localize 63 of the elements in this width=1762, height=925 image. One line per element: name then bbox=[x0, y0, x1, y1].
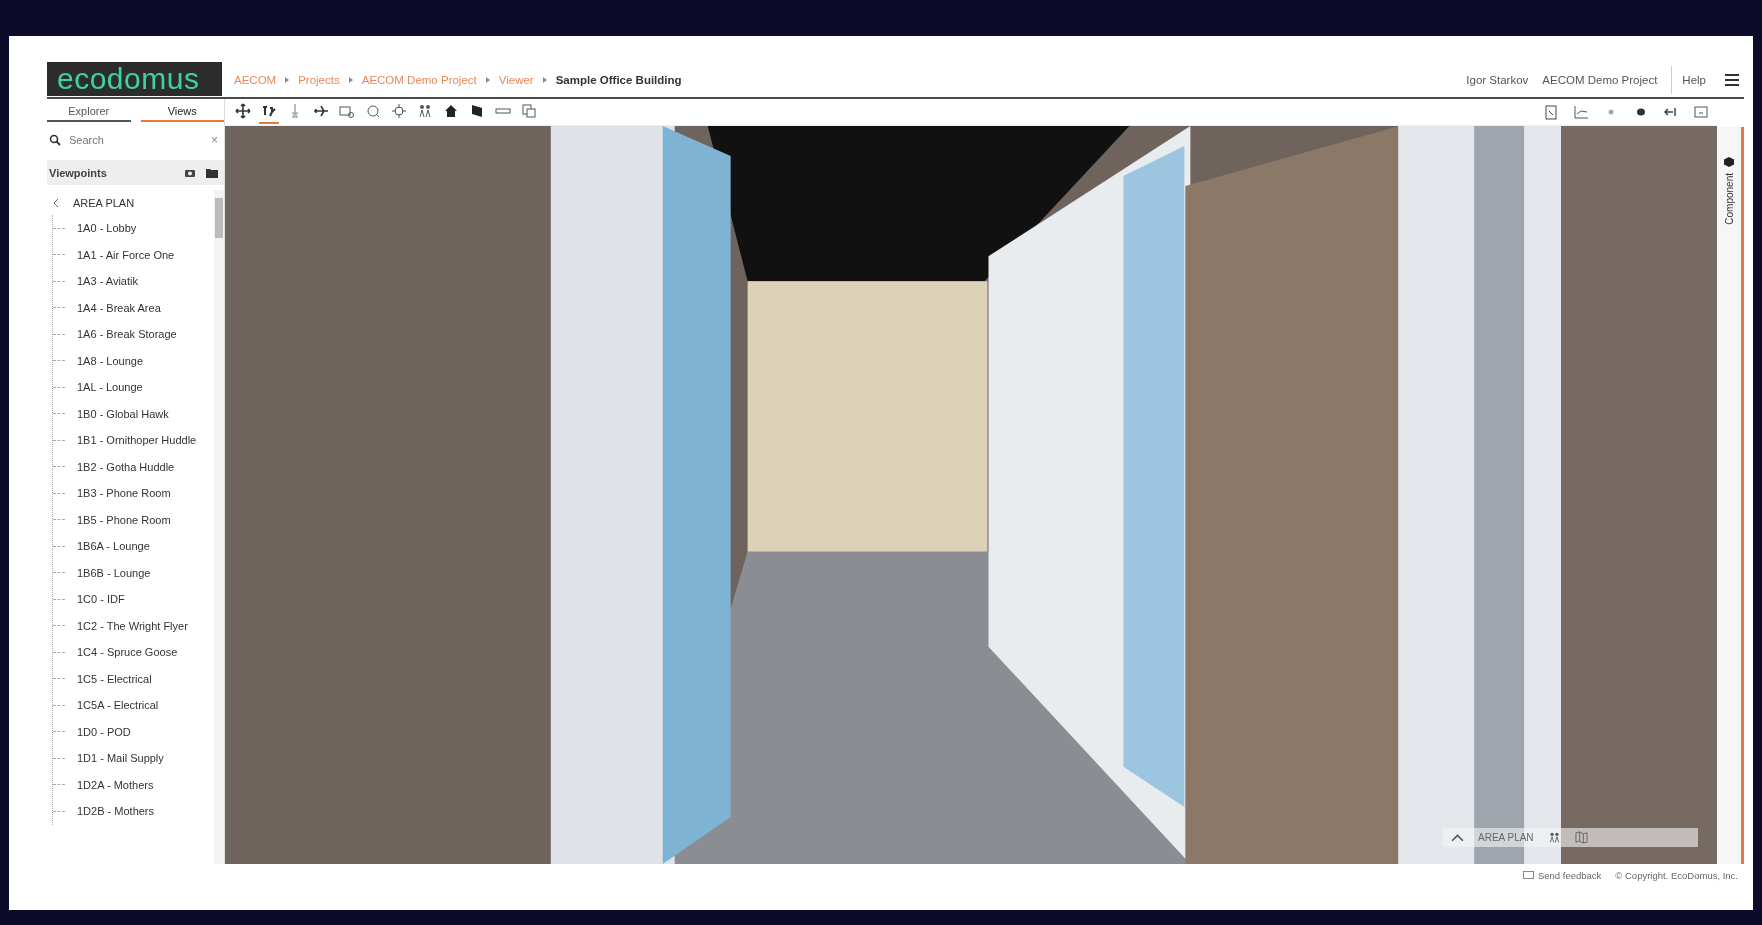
menu-link[interactable]: AECOM Demo Project bbox=[1542, 73, 1658, 86]
logo[interactable]: ecodomus bbox=[47, 62, 222, 96]
search-icon bbox=[49, 134, 61, 146]
section-title: Viewpoints bbox=[49, 166, 108, 179]
cube-icon bbox=[1724, 157, 1734, 167]
plane-icon bbox=[313, 103, 329, 119]
viewpoint-item[interactable]: 1D2B - Mothers bbox=[77, 805, 155, 818]
viewpoint-item[interactable]: 1D2A - Mothers bbox=[77, 778, 154, 791]
feedback-link[interactable]: Send feedback bbox=[1522, 869, 1602, 881]
viewpoint-item[interactable]: 1D0 - POD bbox=[77, 725, 131, 738]
clear-button[interactable]: × bbox=[211, 133, 218, 147]
box-icon bbox=[339, 103, 355, 119]
comment-icon bbox=[1522, 871, 1534, 879]
side-tab[interactable]: Component bbox=[1723, 173, 1735, 225]
folder-icon[interactable] bbox=[206, 167, 218, 178]
separator-icon bbox=[285, 76, 290, 83]
copy-icon bbox=[521, 103, 537, 119]
copyright-text: © Copyright. EcoDomus, Inc. bbox=[1615, 869, 1738, 881]
viewpoint-item[interactable]: 1B6B - Lounge bbox=[77, 566, 151, 579]
target-icon bbox=[391, 103, 407, 119]
viewpoint-item[interactable]: 1B5 - Phone Room bbox=[77, 513, 171, 526]
viewpoint-item[interactable]: 1D1 - Mail Supply bbox=[77, 752, 164, 765]
home-icon bbox=[443, 103, 459, 119]
zoom-icon bbox=[365, 103, 381, 119]
viewpoint-item[interactable]: 1AL - Lounge bbox=[77, 381, 143, 394]
viewpoint-item[interactable]: 1A8 - Lounge bbox=[77, 354, 144, 367]
viewpoint-item[interactable]: 1A1 - Air Force One bbox=[77, 248, 175, 261]
viewpoint-group[interactable]: AREA PLAN bbox=[73, 197, 135, 209]
chart-icon[interactable] bbox=[1573, 104, 1589, 120]
scrollbar[interactable] bbox=[214, 190, 224, 864]
camera-icon[interactable] bbox=[184, 167, 196, 178]
viewpoint-item[interactable]: 1C4 - Spruce Goose bbox=[77, 646, 178, 659]
viewpoint-item[interactable]: 1B1 - Ornithoper Huddle bbox=[77, 434, 197, 447]
separator-icon bbox=[542, 76, 547, 83]
move-icon bbox=[235, 103, 251, 119]
viewpoint-item[interactable]: 1C2 - The Wright Flyer bbox=[77, 619, 188, 632]
viewpoint-item[interactable]: 1B3 - Phone Room bbox=[77, 487, 171, 500]
tab[interactable]: Views bbox=[140, 101, 224, 122]
people-icon bbox=[417, 103, 433, 119]
menu-icon[interactable] bbox=[1724, 72, 1740, 87]
level-label: AREA PLAN bbox=[1478, 832, 1534, 843]
viewpoint-item[interactable]: 1A0 - Lobby bbox=[77, 222, 137, 235]
search-field[interactable]: Search × bbox=[47, 130, 224, 150]
separator-icon bbox=[485, 76, 490, 83]
viewpoint-item[interactable]: 1B6A - Lounge bbox=[77, 540, 150, 553]
page-title: Sample Office Building bbox=[555, 73, 682, 86]
back-icon[interactable] bbox=[53, 198, 59, 208]
map-icon[interactable] bbox=[1574, 831, 1588, 844]
viewpoint-item[interactable]: 1A6 - Break Storage bbox=[77, 328, 177, 341]
viewpoint-item[interactable]: 1A4 - Break Area bbox=[77, 301, 161, 314]
viewpoint-item[interactable]: 1B0 - Global Hawk bbox=[77, 407, 169, 420]
viewpoint-item[interactable]: 1C5 - Electrical bbox=[77, 672, 152, 685]
viewpoint-item[interactable]: 1A3 - Aviatik bbox=[77, 275, 138, 288]
viewpoint-item[interactable]: 1B2 - Gotha Huddle bbox=[77, 460, 175, 473]
people-icon[interactable] bbox=[1547, 831, 1561, 844]
chevron-up-icon[interactable] bbox=[1451, 831, 1464, 844]
menu-link[interactable]: Help bbox=[1671, 65, 1706, 94]
tab[interactable]: Explorer bbox=[47, 101, 131, 122]
menu-link[interactable]: Igor Starkov bbox=[1466, 73, 1529, 86]
clipboard-icon[interactable] bbox=[1543, 104, 1559, 120]
viewpoint-item[interactable]: 1C5A - Electrical bbox=[77, 699, 159, 712]
separator-icon bbox=[348, 76, 353, 83]
viewpoint-item[interactable]: 1C0 - IDF bbox=[77, 593, 125, 606]
